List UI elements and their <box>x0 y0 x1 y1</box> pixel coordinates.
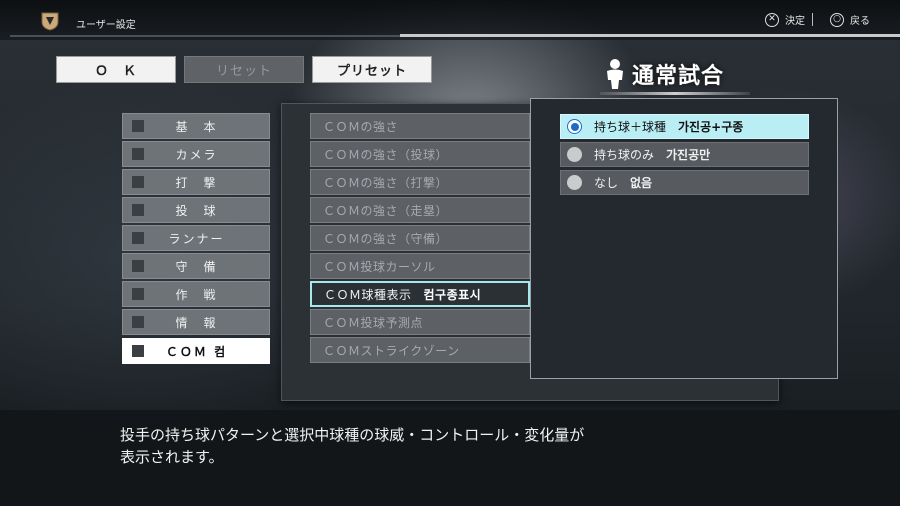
ok-button[interactable]: Ｏ Ｋ <box>56 56 176 83</box>
setting-label: ＣＯＭの強さ（打撃） <box>323 175 449 190</box>
category-marker <box>132 120 144 132</box>
category-label: 作 戦 <box>175 287 218 302</box>
option-none[interactable]: なし 없음 <box>560 170 809 195</box>
category-label: カメラ <box>175 147 218 162</box>
setting-com-pitch-cursor[interactable]: ＣＯＭ投球カーソル <box>310 253 530 279</box>
header-accent-line <box>400 34 900 37</box>
category-marker <box>132 204 144 216</box>
category-label: ランナー <box>168 231 225 246</box>
category-item-pitching[interactable]: 投 球 <box>122 197 270 223</box>
category-marker <box>132 260 144 272</box>
option-pitches-and-type[interactable]: 持ち球＋球種 가진공+구종 <box>560 114 809 139</box>
setting-label: ＣＯＭ投球カーソル <box>323 259 436 274</box>
header-bar: ユーザー設定 ✕ 決定 ○ 戻る <box>0 0 900 40</box>
setting-label: ＣＯＭ球種表示 <box>324 287 412 302</box>
mode-title-text: 通常試合 <box>632 64 725 89</box>
category-label: 情 報 <box>175 315 218 330</box>
category-item-basic[interactable]: 基 本 <box>122 113 270 139</box>
category-item-com[interactable]: ＣＯＭ 컴 <box>122 338 270 364</box>
category-marker <box>132 148 144 160</box>
description-line-1: 投手の持ち球パターンと選択中球種の球威・コントロール・変化量が <box>120 426 585 444</box>
category-item-strategy[interactable]: 作 戦 <box>122 281 270 307</box>
cross-button-icon: ✕ <box>765 12 779 27</box>
setting-com-pitch-display[interactable]: ＣＯＭ球種表示 컴구종표시 <box>310 281 530 307</box>
back-hint[interactable]: ○ 戻る <box>830 12 870 27</box>
radio-selected-icon <box>567 119 582 134</box>
option-translation: 없음 <box>630 176 653 190</box>
confirm-label: 決定 <box>785 16 805 27</box>
setting-translation: 컴구종표시 <box>423 287 482 302</box>
description-line-2: 表示されます。 <box>120 448 224 466</box>
setting-com-strength-running[interactable]: ＣＯＭの強さ（走塁） <box>310 197 530 223</box>
confirm-hint[interactable]: ✕ 決定 <box>765 12 805 27</box>
description-bar: 投手の持ち球パターンと選択中球種の球威・コントロール・変化量が 表示されます。 <box>0 410 900 506</box>
category-marker <box>132 288 144 300</box>
category-label: ＣＯＭ 컴 <box>165 344 228 359</box>
preset-button[interactable]: プリセット <box>312 56 432 83</box>
category-label: 打 撃 <box>175 175 218 190</box>
hint-divider <box>812 13 813 26</box>
option-label: 持ち球＋球種 <box>594 120 667 134</box>
options-panel <box>530 98 838 379</box>
header-divider <box>10 34 900 37</box>
setting-label: ＣＯＭ投球予測点 <box>323 315 424 330</box>
category-marker <box>132 316 144 328</box>
setting-com-strength-batting[interactable]: ＣＯＭの強さ（打撃） <box>310 169 530 195</box>
category-item-batting[interactable]: 打 撃 <box>122 169 270 195</box>
category-marker <box>132 176 144 188</box>
circle-button-icon: ○ <box>830 12 844 27</box>
radio-unselected-icon <box>567 175 582 190</box>
option-label: なし <box>594 176 619 190</box>
setting-com-pitch-prediction[interactable]: ＣＯＭ投球予測点 <box>310 309 530 335</box>
mode-title-underline <box>600 92 750 95</box>
category-item-info[interactable]: 情 報 <box>122 309 270 335</box>
setting-label: ＣＯＭの強さ（投球） <box>323 147 449 162</box>
option-pitches-only[interactable]: 持ち球のみ 가진공만 <box>560 142 809 167</box>
radio-unselected-icon <box>567 147 582 162</box>
category-label: 基 本 <box>175 119 218 134</box>
setting-com-strike-zone[interactable]: ＣＯＭストライクゾーン <box>310 337 530 363</box>
game-mode-title: 通常試合 <box>604 56 754 92</box>
setting-com-strength[interactable]: ＣＯＭの強さ <box>310 113 530 139</box>
setting-label: ＣＯＭストライクゾーン <box>323 343 460 358</box>
setting-com-strength-fielding[interactable]: ＣＯＭの強さ（守備） <box>310 225 530 251</box>
option-translation: 가진공+구종 <box>678 120 744 134</box>
category-label: 守 備 <box>175 259 218 274</box>
setting-label: ＣＯＭの強さ <box>323 119 399 134</box>
back-label: 戻る <box>850 16 870 27</box>
category-item-runner[interactable]: ランナー <box>122 225 270 251</box>
category-item-camera[interactable]: カメラ <box>122 141 270 167</box>
setting-label: ＣＯＭの強さ（守備） <box>323 231 449 246</box>
category-marker <box>132 345 144 357</box>
category-marker <box>132 232 144 244</box>
person-icon <box>607 59 623 89</box>
option-label: 持ち球のみ <box>594 148 655 162</box>
reset-button[interactable]: リセット <box>184 56 304 83</box>
category-label: 投 球 <box>175 203 218 218</box>
settings-logo-icon <box>41 12 59 31</box>
setting-label: ＣＯＭの強さ（走塁） <box>323 203 449 218</box>
setting-com-strength-pitching[interactable]: ＣＯＭの強さ（投球） <box>310 141 530 167</box>
category-item-fielding[interactable]: 守 備 <box>122 253 270 279</box>
option-translation: 가진공만 <box>666 148 711 162</box>
page-title: ユーザー設定 <box>76 20 136 31</box>
